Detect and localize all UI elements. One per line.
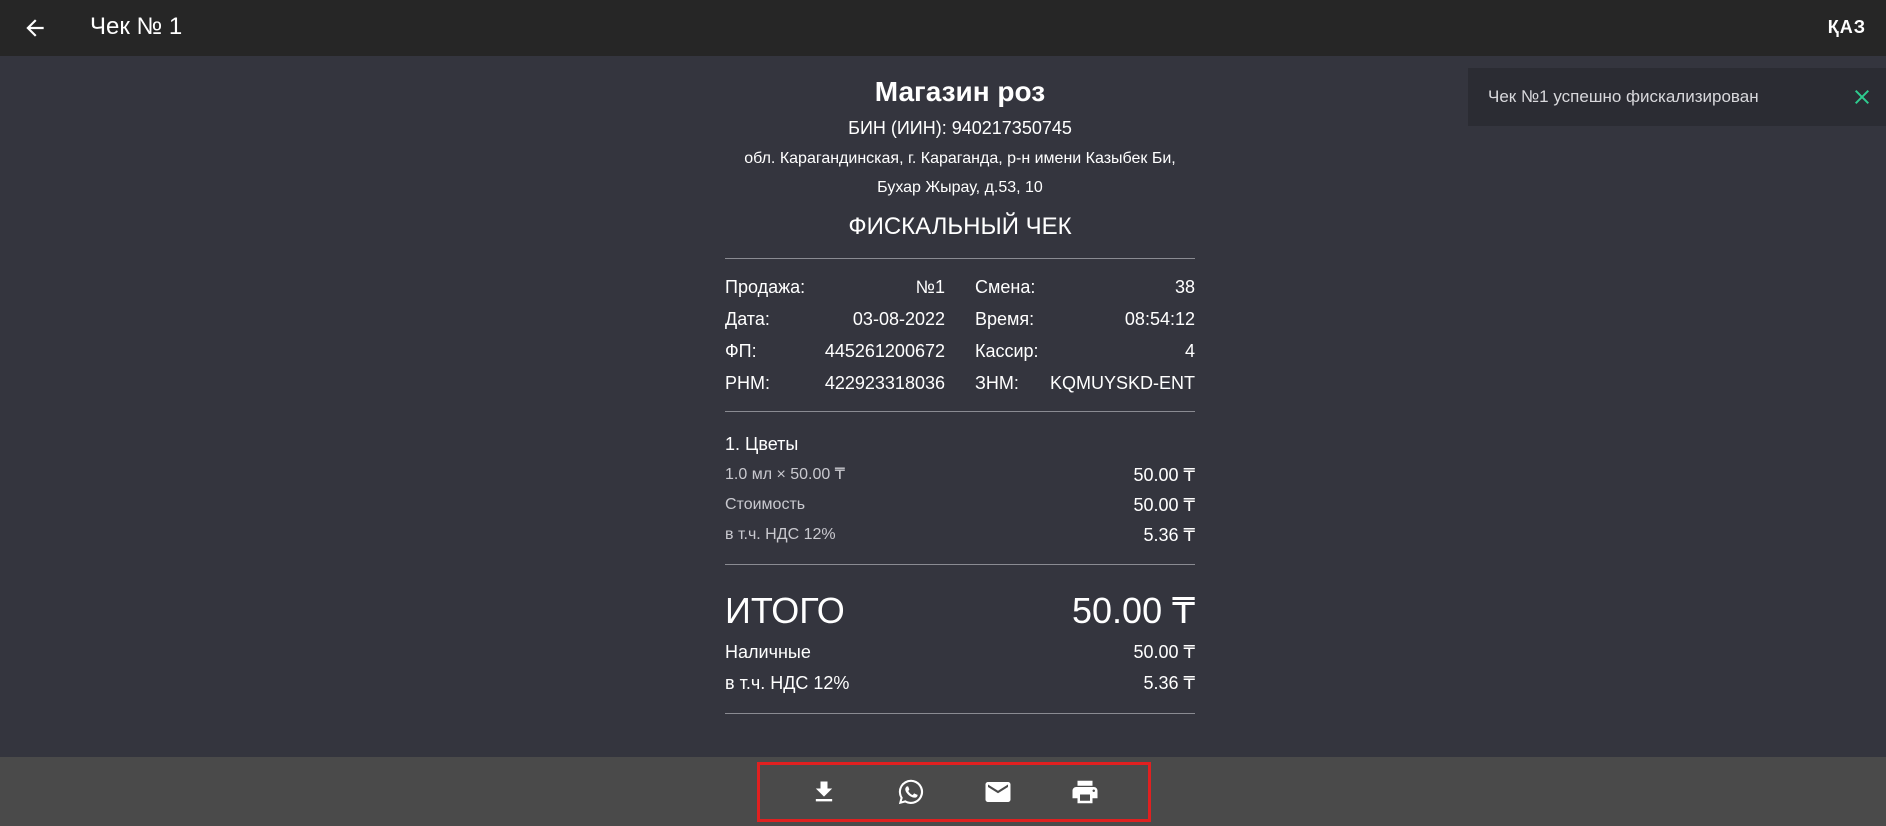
download-button[interactable]	[804, 772, 844, 812]
download-icon	[815, 781, 832, 802]
info-column-right: Смена: 38 Время: 08:54:12 Кассир: 4 ЗНМ:…	[975, 271, 1195, 399]
email-share-button[interactable]	[978, 772, 1018, 812]
divider	[725, 564, 1195, 565]
item-cost-value: 50.00 ₸	[1133, 495, 1196, 515]
info-value: 08:54:12	[1124, 309, 1195, 329]
toast-message: Чек №1 успешно фискализирован	[1488, 87, 1759, 106]
total-label: ИТОГО	[725, 590, 845, 631]
divider	[725, 258, 1195, 259]
item-cost-label: Стоимость	[725, 496, 806, 513]
info-column-spacer	[945, 271, 975, 399]
info-label: ФП:	[725, 341, 757, 361]
info-row-shift: Смена: 38	[975, 271, 1195, 303]
shop-address: обл. Карагандинская, г. Караганда, р-н и…	[725, 144, 1195, 202]
receipt-info-grid: Продажа: №1 Дата: 03-08-2022 ФП: 4452612…	[725, 271, 1195, 399]
item-cost-row: Стоимость 50.00 ₸	[725, 490, 1195, 520]
info-value: 445261200672	[824, 341, 945, 361]
info-label: Время:	[975, 309, 1035, 329]
printer-icon	[1072, 780, 1097, 804]
info-value: 4	[1184, 341, 1195, 361]
divider	[725, 713, 1195, 714]
print-button[interactable]	[1065, 772, 1105, 812]
close-icon	[1855, 90, 1869, 104]
back-button[interactable]	[18, 12, 52, 44]
language-toggle-button[interactable]: ҚАЗ	[1828, 14, 1866, 40]
address-line-2: Бухар Жырау, д.53, 10	[877, 179, 1043, 196]
top-app-bar: Чек № 1 ҚАЗ	[0, 0, 1886, 56]
info-value: №1	[915, 277, 945, 297]
fiscal-receipt: Магазин роз БИН (ИИН): 940217350745 обл.…	[725, 72, 1195, 714]
payment-vat-value: 5.36 ₸	[1143, 673, 1196, 693]
item-qty-label: 1.0 мл × 50.00 ₸	[725, 466, 845, 483]
shop-bin: БИН (ИИН): 940217350745	[848, 118, 1072, 138]
item-title: 1. Цветы	[725, 434, 799, 454]
payment-cash-row: Наличные 50.00 ₸	[725, 637, 1195, 668]
info-row-date: Дата: 03-08-2022	[725, 303, 945, 335]
payment-cash-label: Наличные	[725, 642, 811, 662]
info-row-time: Время: 08:54:12	[975, 303, 1195, 335]
payment-vat-label: в т.ч. НДС 12%	[725, 673, 850, 693]
item-vat-row: в т.ч. НДС 12% 5.36 ₸	[725, 520, 1195, 550]
info-label: Смена:	[975, 277, 1036, 297]
info-row-cashier: Кассир: 4	[975, 335, 1195, 367]
info-value: KQMUYSKD-ENT	[1049, 373, 1195, 393]
item-qty-value: 50.00 ₸	[1133, 465, 1196, 485]
item-vat-value: 5.36 ₸	[1143, 525, 1196, 545]
arrow-left-icon	[26, 19, 44, 37]
item-qty-row: 1.0 мл × 50.00 ₸ 50.00 ₸	[725, 460, 1195, 490]
info-value: 03-08-2022	[852, 309, 945, 329]
info-row-rnm: РНМ: 422923318036	[725, 367, 945, 399]
info-row-sale: Продажа: №1	[725, 271, 945, 303]
page-title: Чек № 1	[90, 13, 183, 40]
total-value: 50.00 ₸	[1072, 590, 1195, 631]
payment-cash-value: 50.00 ₸	[1133, 642, 1196, 662]
whatsapp-icon	[898, 779, 923, 805]
receipt-actions-group	[757, 762, 1151, 822]
total-row: ИТОГО 50.00 ₸	[725, 585, 1195, 637]
address-line-1: обл. Карагандинская, г. Караганда, р-н и…	[744, 150, 1176, 167]
info-row-fp: ФП: 445261200672	[725, 335, 945, 367]
divider	[725, 411, 1195, 412]
info-label: РНМ:	[725, 373, 770, 393]
receipt-type-title: ФИСКАЛЬНЫЙ ЧЕК	[848, 213, 1072, 240]
info-label: ЗНМ:	[975, 373, 1019, 393]
info-row-znm: ЗНМ: KQMUYSKD-ENT	[975, 367, 1195, 399]
info-column-left: Продажа: №1 Дата: 03-08-2022 ФП: 4452612…	[725, 271, 945, 399]
item-vat-label: в т.ч. НДС 12%	[725, 526, 836, 543]
toast-close-button[interactable]	[1850, 85, 1874, 109]
info-value: 38	[1174, 277, 1195, 297]
email-icon	[985, 782, 1010, 802]
success-toast: Чек №1 успешно фискализирован	[1468, 68, 1886, 126]
info-label: Продажа:	[725, 277, 806, 297]
info-value: 422923318036	[824, 373, 945, 393]
info-label: Кассир:	[975, 341, 1039, 361]
shop-name: Магазин роз	[874, 76, 1046, 107]
whatsapp-share-button[interactable]	[891, 772, 931, 812]
payment-vat-row: в т.ч. НДС 12% 5.36 ₸	[725, 668, 1195, 699]
info-label: Дата:	[725, 309, 770, 329]
